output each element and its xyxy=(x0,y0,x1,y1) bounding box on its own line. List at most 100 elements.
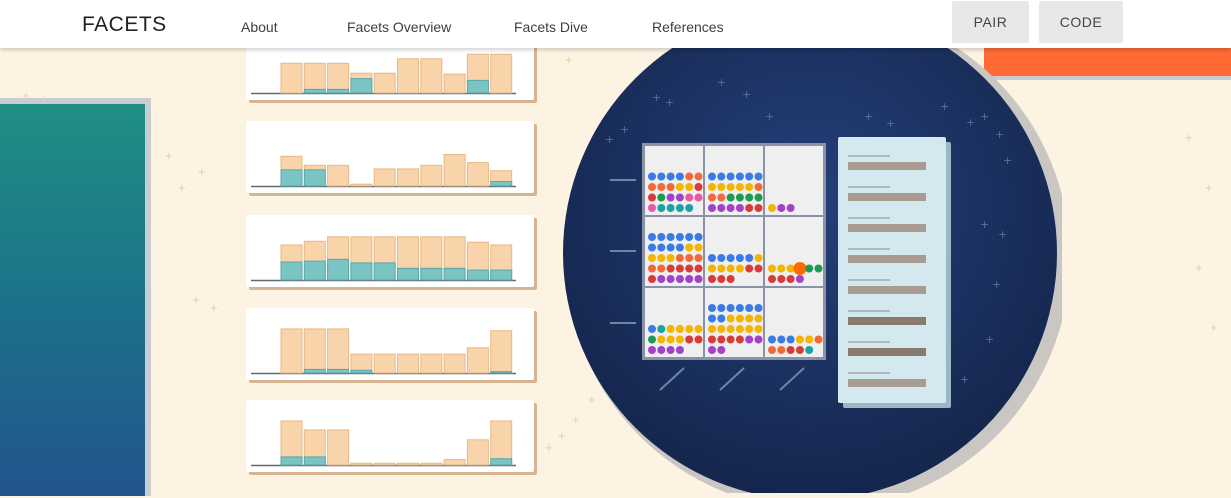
data-dot xyxy=(685,254,694,262)
data-dot xyxy=(754,264,763,273)
data-dot xyxy=(754,254,763,262)
pair-button[interactable]: PAIR xyxy=(952,1,1029,43)
dive-side-panel xyxy=(838,137,951,408)
data-dot xyxy=(648,254,656,262)
data-dot xyxy=(735,172,744,181)
histogram-overlay-bar xyxy=(443,267,466,281)
star-decoration: + xyxy=(960,373,969,386)
nav-facets-overview[interactable]: Facets Overview xyxy=(347,19,451,35)
data-dot xyxy=(657,233,666,241)
star-decoration: + xyxy=(765,110,774,123)
data-dot xyxy=(745,335,754,344)
data-dot xyxy=(694,233,703,241)
data-dot xyxy=(717,183,726,191)
data-dot xyxy=(717,325,726,333)
star-decoration: + xyxy=(652,91,661,104)
histogram-overlay-bar xyxy=(303,260,326,281)
data-dot xyxy=(666,183,675,191)
data-dot xyxy=(648,264,656,273)
data-dot xyxy=(726,264,735,273)
data-dot xyxy=(685,275,694,283)
nav-references[interactable]: References xyxy=(652,19,724,35)
histogram-overlay-bar xyxy=(350,369,373,374)
data-dot xyxy=(685,204,694,212)
data-dot xyxy=(735,325,744,333)
histogram-overlay-bar xyxy=(397,267,419,281)
data-dot xyxy=(648,204,656,212)
histogram-bar xyxy=(327,62,350,94)
data-dot xyxy=(777,275,786,283)
histogram-bar xyxy=(443,154,466,187)
nav-about[interactable]: About xyxy=(241,19,278,35)
data-dot xyxy=(805,264,814,273)
data-dot xyxy=(726,314,735,323)
panel-body xyxy=(838,137,946,403)
data-dot xyxy=(657,335,666,344)
top-nav-bar: FACETS About Facets Overview Facets Dive… xyxy=(0,0,1231,48)
star-decoration: + xyxy=(742,88,751,101)
histogram-bar xyxy=(420,462,443,466)
data-dot xyxy=(648,346,656,354)
histogram-overlay-bar xyxy=(373,262,396,281)
star-decoration: + xyxy=(966,116,975,129)
data-dot xyxy=(657,254,666,262)
dive-grid xyxy=(642,143,826,360)
histogram-overlay-bar xyxy=(466,269,489,281)
plus-decoration: + xyxy=(198,164,206,179)
data-dot xyxy=(657,183,666,191)
star-decoration: + xyxy=(620,123,629,136)
data-dot xyxy=(754,325,763,333)
data-dot xyxy=(805,335,814,344)
plus-decoration: + xyxy=(545,440,553,455)
histogram-card xyxy=(246,400,534,472)
histogram-overlay-bar xyxy=(280,456,303,466)
data-dot xyxy=(657,204,666,212)
histogram-overlay-bar xyxy=(466,79,489,94)
data-dot xyxy=(685,193,694,202)
data-dot xyxy=(717,304,726,312)
star-decoration: + xyxy=(985,333,994,346)
data-dot xyxy=(666,335,675,344)
panel-value-bar xyxy=(848,286,926,294)
data-dot xyxy=(745,304,754,312)
data-dot xyxy=(768,264,776,273)
data-dot xyxy=(754,172,763,181)
data-dot xyxy=(685,183,694,191)
data-dot xyxy=(708,172,716,181)
panel-value-bar xyxy=(848,317,926,325)
data-dot xyxy=(745,325,754,333)
data-dot xyxy=(708,264,716,273)
data-dot xyxy=(685,233,694,241)
data-dot xyxy=(795,275,804,283)
data-dot xyxy=(754,314,763,323)
data-dot xyxy=(777,346,786,354)
code-button[interactable]: CODE xyxy=(1039,1,1123,43)
data-dot xyxy=(735,204,744,212)
histogram-card xyxy=(246,308,534,380)
data-dot xyxy=(717,172,726,181)
data-dot xyxy=(657,243,666,252)
data-dot xyxy=(795,346,804,354)
data-dot xyxy=(768,275,776,283)
data-dot xyxy=(685,172,694,181)
data-dot xyxy=(777,264,786,273)
histogram-overlay-bar xyxy=(280,169,303,187)
data-dot xyxy=(666,254,675,262)
plus-decoration: + xyxy=(1210,320,1218,335)
data-dot xyxy=(735,193,744,202)
plus-decoration: + xyxy=(1185,130,1193,145)
histogram-bar xyxy=(350,183,373,187)
data-dot xyxy=(685,264,694,273)
data-dot xyxy=(675,172,684,181)
data-dot xyxy=(768,204,776,212)
data-dot xyxy=(735,335,744,344)
facets-logo[interactable]: FACETS xyxy=(82,13,167,37)
histogram-bar xyxy=(397,58,419,94)
data-dot xyxy=(754,304,763,312)
plus-decoration: + xyxy=(1195,260,1203,275)
data-dot xyxy=(805,346,814,354)
data-dot xyxy=(675,264,684,273)
star-decoration: + xyxy=(605,133,614,146)
nav-facets-dive[interactable]: Facets Dive xyxy=(514,19,588,35)
data-dot xyxy=(666,172,675,181)
